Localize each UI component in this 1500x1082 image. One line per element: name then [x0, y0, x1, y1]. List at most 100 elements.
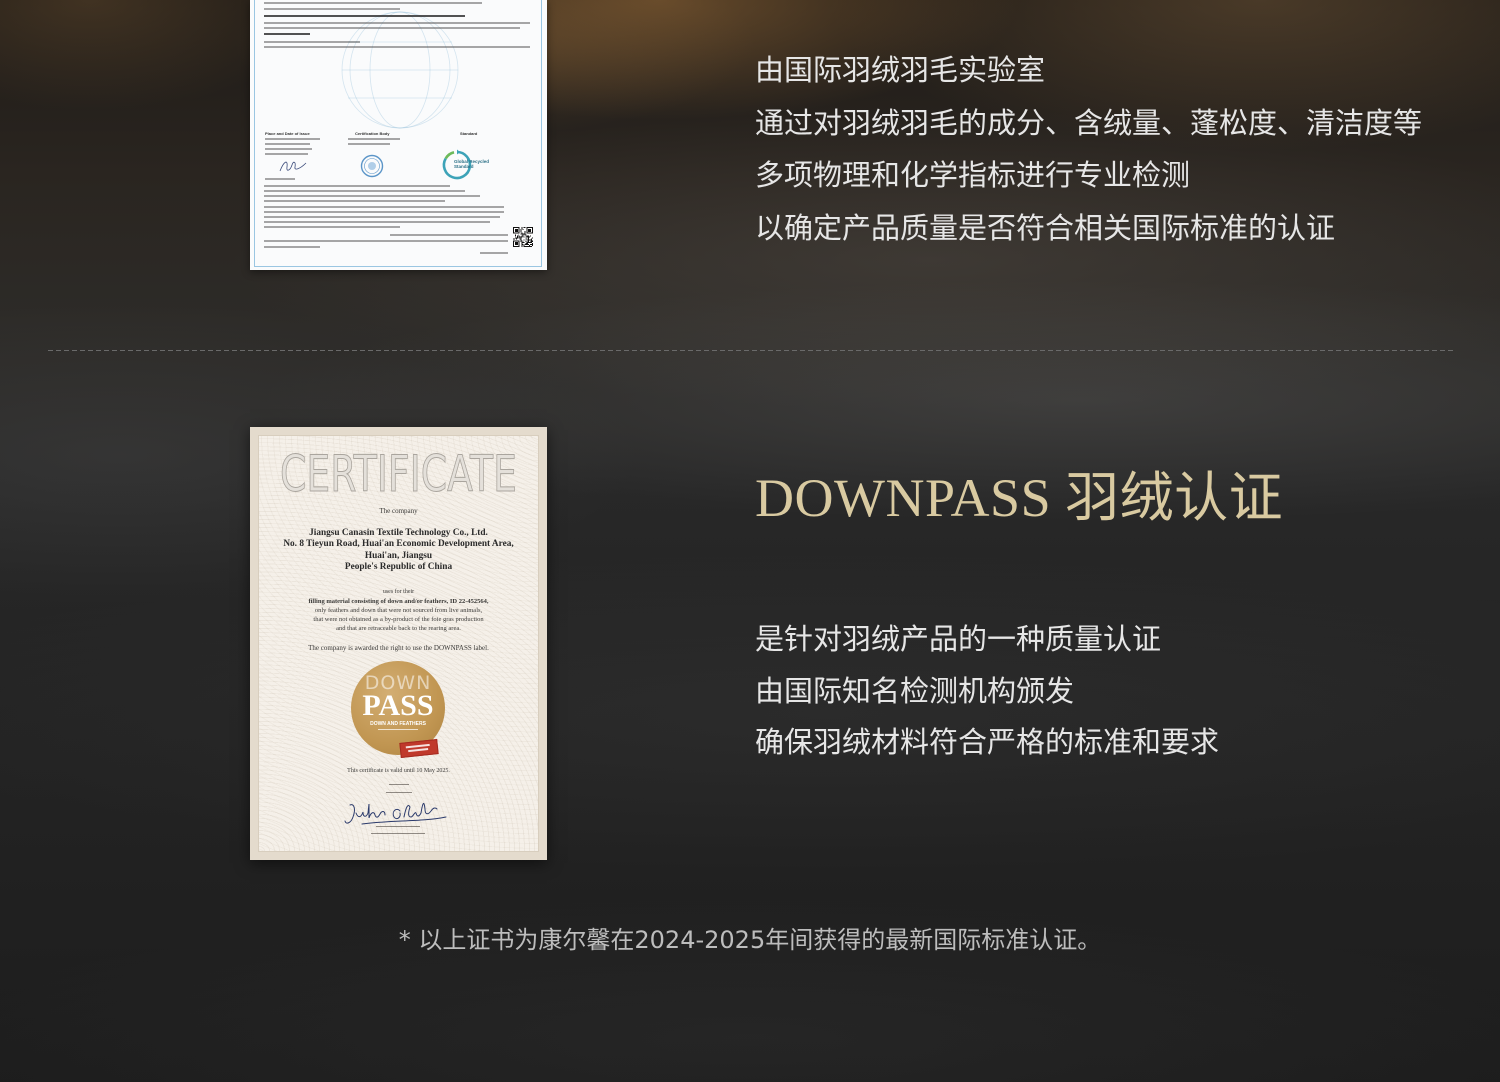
- qr-module: [522, 244, 524, 246]
- qr-module: [513, 243, 514, 245]
- qr-module: [528, 228, 530, 230]
- qr-module: [515, 242, 517, 244]
- fine-print-line: [264, 240, 508, 242]
- qr-module: [527, 232, 529, 234]
- qr-module: [523, 239, 525, 241]
- qr-module: [529, 228, 531, 230]
- qr-module: [522, 242, 524, 244]
- qr-module: [530, 235, 532, 237]
- qr-module: [516, 235, 518, 237]
- qr-module: [518, 241, 520, 243]
- qr-module: [513, 229, 514, 231]
- qr-module: [521, 246, 523, 247]
- qr-module: [518, 229, 520, 231]
- qr-module: [528, 236, 530, 238]
- qr-module: [526, 235, 528, 237]
- qr-module: [530, 242, 532, 244]
- qr-module: [516, 242, 518, 244]
- qr-module: [516, 244, 518, 246]
- qr-module: [521, 232, 523, 234]
- qr-module: [526, 227, 528, 228]
- badge-fine-print-line: [378, 729, 418, 731]
- qr-module: [515, 237, 517, 239]
- qr-module: [514, 237, 516, 239]
- signature-icon: [344, 803, 447, 825]
- fine-print-line: [264, 226, 400, 228]
- qr-module: [528, 240, 530, 242]
- fine-print-line: [264, 8, 400, 10]
- qr-module: [514, 246, 516, 247]
- qr-module: [515, 240, 517, 242]
- qr-module: [526, 231, 528, 233]
- qr-module: [521, 236, 523, 238]
- qr-module: [521, 245, 523, 247]
- qr-module: [513, 241, 514, 243]
- qr-module: [528, 244, 530, 246]
- qr-module: [526, 244, 528, 246]
- qr-module: [515, 246, 517, 247]
- grs-logo-text: Standard: [454, 164, 474, 169]
- qr-module: [531, 246, 533, 247]
- qr-module: [513, 227, 514, 228]
- qr-module: [524, 233, 526, 235]
- qr-module: [519, 236, 521, 238]
- grs-certificate-image: Place and Date of Issue Certification Bo…: [250, 0, 547, 270]
- qr-module: [530, 244, 532, 246]
- qr-module: [516, 227, 518, 228]
- qr-module: [528, 230, 530, 232]
- qr-module: [524, 232, 526, 234]
- qr-module: [520, 236, 522, 238]
- qr-module: [513, 232, 515, 234]
- qr-module: [523, 233, 525, 235]
- qr-module: [516, 228, 518, 230]
- qr-module: [526, 246, 528, 247]
- qr-module: [515, 230, 517, 232]
- qr-module: [518, 242, 520, 244]
- qr-module: [525, 244, 527, 246]
- qr-module: [513, 244, 514, 246]
- qr-module: [523, 242, 525, 244]
- qr-module: [513, 232, 514, 234]
- qr-module: [532, 232, 533, 234]
- qr-module: [513, 245, 514, 247]
- qr-module: [531, 238, 533, 240]
- qr-module: [532, 230, 533, 232]
- qr-module: [516, 237, 518, 239]
- qr-module: [521, 227, 523, 228]
- qr-module: [514, 234, 516, 236]
- qr-module: [521, 243, 523, 245]
- qr-module: [527, 242, 529, 244]
- fine-print-line: [264, 27, 520, 29]
- qr-module: [524, 234, 526, 236]
- fine-print-line: [264, 221, 490, 223]
- qr-module: [529, 232, 531, 234]
- qr-module: [515, 238, 517, 240]
- qr-module: [518, 246, 520, 247]
- qr-module: [531, 244, 533, 246]
- qr-module: [527, 243, 529, 245]
- qr-module: [527, 235, 529, 237]
- qr-module: [513, 246, 515, 247]
- qr-module: [527, 236, 529, 238]
- qr-module: [530, 228, 532, 230]
- downpass-description: 是针对羽绒产品的一种质量认证 由国际知名检测机构颁发 确保羽绒材料符合严格的标准…: [755, 614, 1219, 769]
- signature-last-name: [392, 803, 438, 820]
- qr-module: [528, 229, 530, 231]
- qr-module: [523, 246, 525, 247]
- description-line: 是针对羽绒产品的一种质量认证: [755, 622, 1162, 656]
- header-standard: Standard: [460, 131, 478, 136]
- qr-module: [530, 232, 532, 234]
- qr-module: [525, 241, 527, 243]
- qr-module: [528, 241, 530, 243]
- qr-module: [518, 237, 520, 239]
- qr-module: [531, 227, 533, 228]
- qr-module: [513, 242, 514, 244]
- qr-module: [519, 238, 521, 240]
- certification-seal-icon: [360, 154, 384, 178]
- fine-print-line: [264, 246, 320, 248]
- qr-module: [520, 237, 522, 239]
- qr-module: [515, 228, 517, 230]
- fine-print-line: [265, 138, 320, 140]
- qr-module: [514, 229, 516, 231]
- qr-module: [529, 246, 531, 247]
